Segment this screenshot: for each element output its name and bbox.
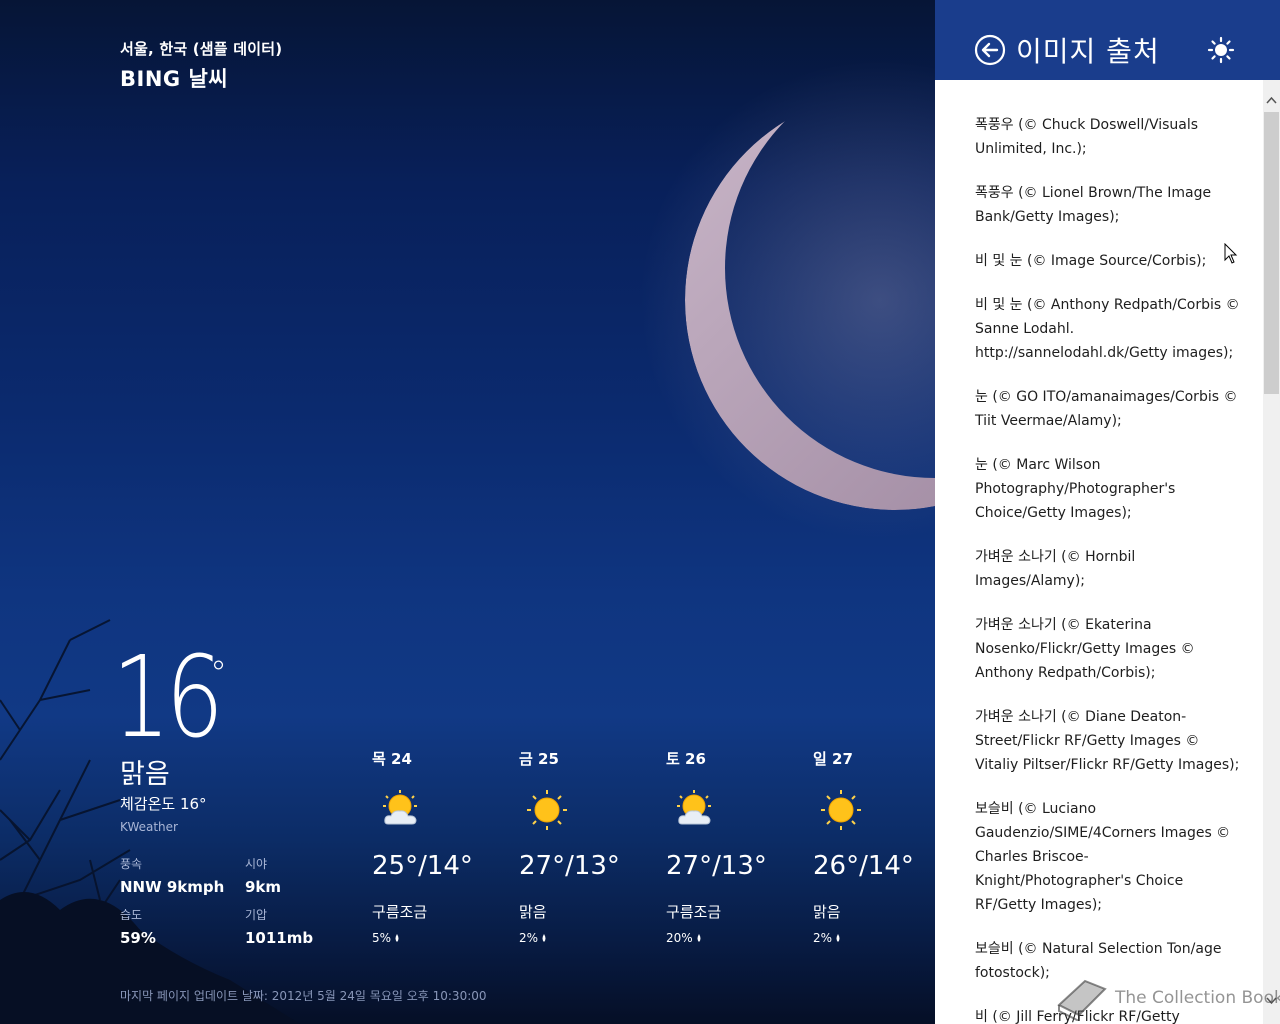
forecast-precip: 20% [666,931,702,945]
forecast-temp: 27°/13° [519,851,620,881]
credit-item: 눈 (© GO ITO/amanaimages/Corbis © Tiit Ve… [975,389,1238,429]
visibility-value: 9km [245,878,282,896]
flyout-header: 이미지 출처 [935,0,1280,80]
forecast-day-label: 토 26 [666,750,706,768]
forecast-precip: 2% [813,931,841,945]
credit-item: 폭풍우 (© Chuck Doswell/Visuals Unlimited, … [975,117,1199,157]
image-credits-flyout: 이미지 출처 폭풍우 (© Chuck Doswell/Visuals Unli… [935,0,1280,1024]
precip-value: 2% [519,931,539,945]
forecast-precip: 5% [372,931,400,945]
precip-value: 5% [372,931,392,945]
credit-item: 눈 (© Marc Wilson Photography/Photographe… [975,457,1176,521]
forecast-temp: 26°/14° [813,851,914,881]
credit-item: 폭풍우 (© Lionel Brown/The Image Bank/Getty… [975,185,1212,225]
scrollbar-thumb[interactable] [1264,112,1279,394]
forecast-day-label: 목 24 [372,750,412,768]
pressure-value: 1011mb [245,929,314,947]
credit-item: 비 및 눈 (© Anthony Redpath/Corbis © Sanne … [975,297,1240,361]
precip-value: 20% [666,931,693,945]
forecast-condition: 구름조금 [372,903,428,921]
forecast-temp: 27°/13° [666,851,767,881]
credit-item: 가벼운 소나기 (© Ekaterina Nosenko/Flickr/Gett… [975,617,1195,681]
forecast-precip: 2% [519,931,547,945]
humidity-value: 59% [120,929,156,947]
last-updated: 마지막 페이지 업데이트 날짜: 2012년 5월 24일 목요일 오후 10:… [120,989,487,1003]
watermark-text: The Collection Book [1115,988,1280,1008]
forecast-day-label: 일 27 [813,750,853,768]
wind-label: 풍속 [120,857,143,871]
credits-list: 폭풍우 (© Chuck Doswell/Visuals Unlimited, … [975,113,1243,1024]
mouse-cursor-icon [1224,243,1238,264]
vertical-scrollbar[interactable] [1263,80,1280,1024]
book-logo-icon [1057,979,1107,1021]
pressure-label: 기압 [245,908,268,922]
forecast-condition: 맑음 [519,903,547,921]
credit-item: 비 및 눈 (© Image Source/Corbis); [975,253,1207,269]
forecast-condition: 구름조금 [666,903,722,921]
weather-panel: 서울, 한국 (샘플 데이터) BING 날씨 16 ° 맑음 체감온도 16°… [0,0,935,1024]
credit-item: 가벼운 소나기 (© Hornbil Images/Alamy); [975,549,1136,589]
forecast-day-label: 금 25 [519,750,559,768]
wind-value: NNW 9kmph [120,878,225,896]
forecast-temp: 25°/14° [372,851,473,881]
degree-symbol: ° [210,654,227,694]
feels-like: 체감온도 16° [120,795,207,813]
watermark: The Collection Book [1055,975,1280,1021]
raindrop-icon [395,934,399,942]
data-provider-link[interactable]: KWeather [120,820,178,834]
brightness-sun-icon [1207,36,1235,64]
current-condition: 맑음 [120,759,170,790]
sunny-icon [527,790,567,830]
credit-item: 보슬비 (© Luciano Gaudenzio/SIME/4Corners I… [975,801,1231,913]
flyout-title: 이미지 출처 [1016,35,1160,68]
app-title: BING 날씨 [120,67,229,91]
partly-cloudy-icon [383,790,417,825]
scroll-up-arrow-icon[interactable] [1263,92,1280,109]
current-temperature: 16 [112,633,224,763]
visibility-label: 시야 [245,857,268,871]
back-arrow-icon[interactable] [974,34,1006,66]
partly-cloudy-icon [677,790,711,825]
raindrop-icon [836,934,840,942]
credit-item: 가벼운 소나기 (© Diane Deaton-Street/Flickr RF… [975,709,1240,773]
humidity-label: 습도 [120,908,143,922]
raindrop-icon [542,934,546,942]
raindrop-icon [697,934,701,942]
precip-value: 2% [813,931,833,945]
sunny-icon [821,790,861,830]
location-label[interactable]: 서울, 한국 (샘플 데이터) [120,38,282,59]
forecast-condition: 맑음 [813,903,841,921]
